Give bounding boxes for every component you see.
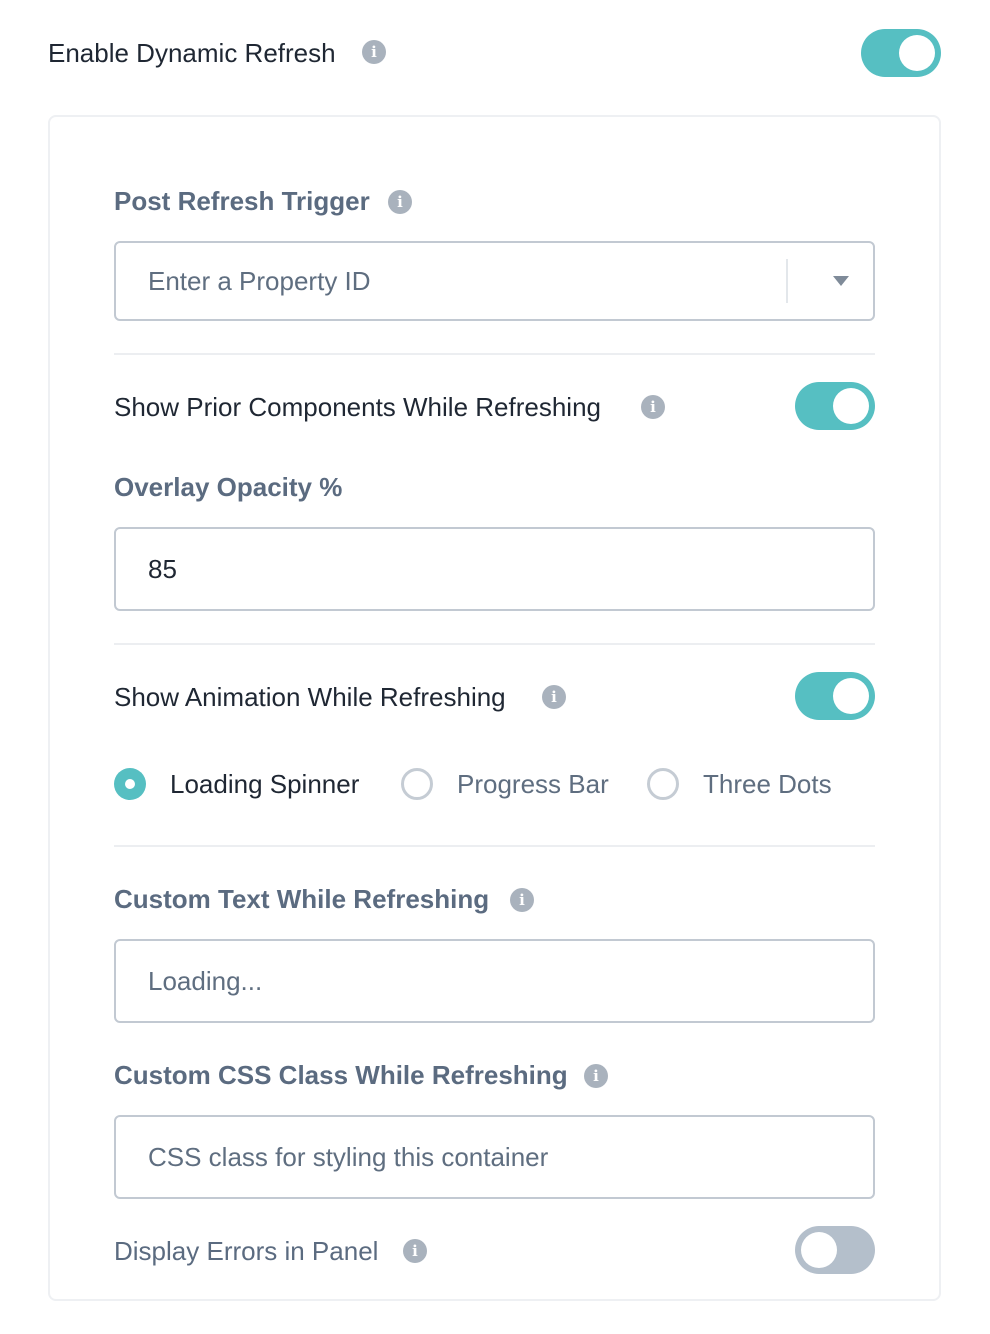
info-icon[interactable]: i	[403, 1239, 427, 1263]
custom-css-class-placeholder: CSS class for styling this container	[148, 1142, 549, 1172]
info-icon[interactable]: i	[510, 888, 534, 912]
info-icon[interactable]: i	[584, 1064, 608, 1088]
display-errors-label: Display Errors in Panel	[114, 1236, 379, 1266]
post-refresh-trigger-select[interactable]: Enter a Property ID	[114, 241, 875, 321]
toggle-knob	[801, 1232, 837, 1268]
info-icon[interactable]: i	[542, 685, 566, 709]
overlay-opacity-input[interactable]: 85	[114, 527, 875, 611]
info-icon[interactable]: i	[362, 40, 386, 64]
show-prior-components-label: Show Prior Components While Refreshing	[114, 392, 601, 422]
custom-text-placeholder: Loading...	[148, 966, 263, 996]
divider	[114, 353, 875, 355]
select-separator	[786, 259, 788, 303]
radio-progress-bar[interactable]	[401, 768, 433, 800]
divider	[114, 643, 875, 645]
toggle-knob	[833, 678, 869, 714]
radio-label-loading-spinner[interactable]: Loading Spinner	[170, 769, 359, 800]
custom-css-class-label: Custom CSS Class While Refreshing	[114, 1060, 568, 1090]
display-errors-toggle[interactable]	[795, 1226, 875, 1274]
enable-dynamic-refresh-label: Enable Dynamic Refresh	[48, 38, 336, 68]
radio-label-progress-bar[interactable]: Progress Bar	[457, 769, 609, 800]
toggle-knob	[833, 388, 869, 424]
radio-loading-spinner[interactable]	[114, 768, 146, 800]
info-icon[interactable]: i	[641, 395, 665, 419]
post-refresh-trigger-label: Post Refresh Trigger	[114, 186, 370, 216]
divider	[114, 845, 875, 847]
custom-css-class-input[interactable]: CSS class for styling this container	[114, 1115, 875, 1199]
overlay-opacity-label: Overlay Opacity %	[114, 472, 343, 502]
post-refresh-trigger-placeholder: Enter a Property ID	[148, 266, 371, 296]
custom-text-label: Custom Text While Refreshing	[114, 884, 490, 914]
custom-text-input[interactable]: Loading...	[114, 939, 875, 1023]
show-animation-label: Show Animation While Refreshing	[114, 682, 506, 712]
info-icon[interactable]: i	[388, 190, 412, 214]
overlay-opacity-value: 85	[148, 554, 177, 584]
radio-label-three-dots[interactable]: Three Dots	[703, 769, 832, 800]
caret-down-icon[interactable]	[832, 275, 850, 287]
show-prior-components-toggle[interactable]	[795, 382, 875, 430]
enable-dynamic-refresh-toggle[interactable]	[861, 29, 941, 77]
radio-three-dots[interactable]	[647, 768, 679, 800]
show-animation-toggle[interactable]	[795, 672, 875, 720]
toggle-knob	[899, 35, 935, 71]
